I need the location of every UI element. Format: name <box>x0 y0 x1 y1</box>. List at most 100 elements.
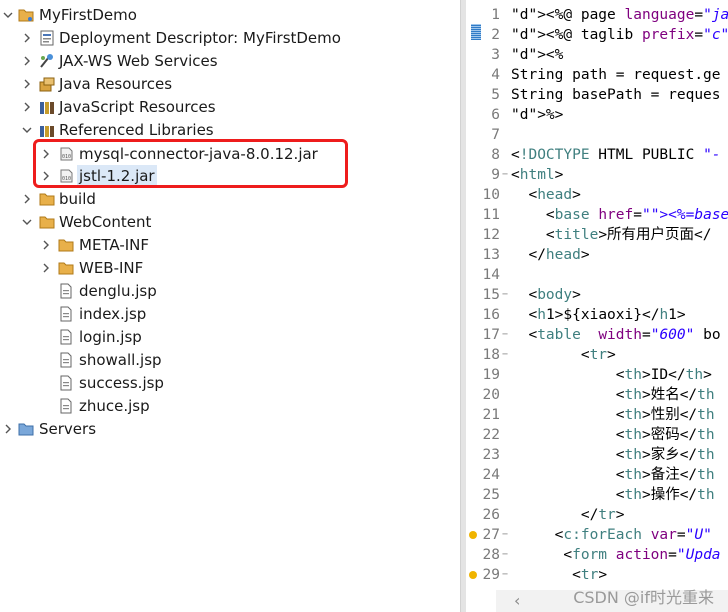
folder-icon <box>58 262 74 275</box>
line-number: 10 <box>482 187 500 203</box>
chevron-right-icon[interactable] <box>22 79 32 89</box>
deployment-descriptor-icon <box>40 30 54 46</box>
code-line[interactable]: <body> <box>511 285 580 305</box>
code-line[interactable]: <base href=""><%=baseP <box>511 205 728 225</box>
warning-icon[interactable] <box>469 531 477 539</box>
code-line[interactable]: <!DOCTYPE HTML PUBLIC "- <box>511 145 721 165</box>
tree-item-label: Deployment Descriptor: MyFirstDemo <box>59 29 341 47</box>
chevron-right-icon[interactable] <box>22 33 32 43</box>
code-line[interactable]: String path = request.ge <box>511 65 721 85</box>
code-line[interactable]: "d"><%@ page language="java" <box>511 5 728 25</box>
line-number: 20 <box>482 387 500 403</box>
line-number: 11 <box>482 207 500 223</box>
tree-item-label: WEB-INF <box>79 259 144 277</box>
tree-item-label: JAX-WS Web Services <box>59 52 218 70</box>
jsp-file-icon <box>60 306 72 322</box>
code-line[interactable]: <th>备注</th <box>511 465 715 485</box>
code-line[interactable]: <th>性别</th <box>511 405 715 425</box>
tree-item-label: denglu.jsp <box>79 282 157 300</box>
folder-icon <box>58 239 74 252</box>
fold-toggle-icon[interactable]: − <box>502 545 510 565</box>
folder-icon <box>39 193 55 206</box>
line-number: 7 <box>491 127 500 143</box>
tree-item-label: zhuce.jsp <box>79 397 150 415</box>
tree-item-label: MyFirstDemo <box>39 6 137 24</box>
project-folder-icon <box>18 9 34 22</box>
tree-item-label: Referenced Libraries <box>59 121 214 139</box>
code-line[interactable]: <tr> <box>511 565 607 585</box>
code-line[interactable]: "d"><%@ taglib prefix="c" ur <box>511 25 728 45</box>
web-services-icon <box>40 54 53 68</box>
line-number: 26 <box>482 507 500 523</box>
tree-item-label: login.jsp <box>79 328 142 346</box>
java-resources-icon <box>39 77 55 92</box>
jsp-file-icon <box>60 283 72 299</box>
code-line[interactable]: <title>所有用户页面</ <box>511 225 712 245</box>
line-number: 2 <box>491 27 500 43</box>
line-number: 25 <box>482 487 500 503</box>
code-line[interactable]: <th>操作</th <box>511 485 715 505</box>
code-line[interactable]: <th>姓名</th <box>511 385 715 405</box>
code-line[interactable]: <form action="Upda <box>511 545 720 565</box>
tree-item-label: Java Resources <box>59 75 173 93</box>
line-number: 9 <box>491 167 500 183</box>
code-editor[interactable]: 1 2 3 4 5 6 7 8 9−10 11 12 13 14 15−16 17−18−19 20 21 22 2… <box>466 0 728 612</box>
chevron-right-icon[interactable] <box>22 102 32 112</box>
fold-toggle-icon[interactable]: − <box>502 565 510 585</box>
line-number: 3 <box>491 47 500 63</box>
project-explorer: MyFirstDemo Deployment Descriptor: MyFir… <box>0 0 460 612</box>
line-number: 1 <box>491 7 500 23</box>
line-number: 24 <box>482 467 500 483</box>
line-number: 4 <box>491 67 500 83</box>
line-number: 17 <box>482 327 500 343</box>
chevron-right-icon[interactable] <box>22 56 32 66</box>
code-line[interactable]: <c:forEach var="U" <box>511 525 712 545</box>
code-line[interactable]: <th>密码</th <box>511 425 715 445</box>
line-number: 8 <box>491 147 500 163</box>
code-line[interactable]: String basePath = reques <box>511 85 721 105</box>
line-number: 18 <box>482 347 500 363</box>
fold-toggle-icon[interactable]: − <box>502 285 510 305</box>
chevron-right-icon[interactable] <box>41 240 51 250</box>
code-line[interactable]: </head> <box>511 245 589 265</box>
line-number: 15 <box>482 287 500 303</box>
chevron-down-icon[interactable] <box>3 10 13 20</box>
line-number: 12 <box>482 227 500 243</box>
fold-toggle-icon[interactable]: − <box>502 525 510 545</box>
line-number: 5 <box>491 87 500 103</box>
code-line[interactable]: <th>ID</th> <box>511 365 712 385</box>
line-number: 19 <box>482 367 500 383</box>
tree-item-label: Servers <box>39 420 97 438</box>
line-number: 21 <box>482 407 500 423</box>
highlight-box <box>33 139 348 188</box>
code-line[interactable]: <html> <box>511 165 563 185</box>
code-line[interactable]: <tr> <box>511 345 616 365</box>
fold-toggle-icon[interactable]: − <box>502 165 510 185</box>
jsp-file-icon <box>60 329 72 345</box>
code-line[interactable]: <th>家乡</th <box>511 445 715 465</box>
code-line[interactable]: <table width="600" bo <box>511 325 720 345</box>
chevron-right-icon[interactable] <box>3 424 13 434</box>
tree-item-label: WebContent <box>59 213 152 231</box>
scroll-left-icon[interactable]: ‹ <box>514 590 520 612</box>
code-line[interactable]: </tr> <box>511 505 625 525</box>
code-line[interactable]: <h1>${xiaoxi}</h1> <box>511 305 685 325</box>
chevron-down-icon[interactable] <box>22 125 32 135</box>
code-line[interactable]: "d"><% <box>511 45 563 65</box>
chevron-down-icon[interactable] <box>22 217 32 227</box>
code-line[interactable]: "d">%> <box>511 105 563 125</box>
chevron-right-icon[interactable] <box>22 194 32 204</box>
fold-toggle-icon[interactable]: − <box>502 345 510 365</box>
code-line[interactable]: <head> <box>511 185 580 205</box>
line-number: 14 <box>482 267 500 283</box>
tree-item-label: success.jsp <box>79 374 164 392</box>
tree-item-label: META-INF <box>79 236 150 254</box>
line-number: 16 <box>482 307 500 323</box>
line-number: 13 <box>482 247 500 263</box>
line-number: 22 <box>482 427 500 443</box>
warning-icon[interactable] <box>469 571 477 579</box>
chevron-right-icon[interactable] <box>41 263 51 273</box>
jsp-file-icon <box>60 398 72 414</box>
fold-toggle-icon[interactable]: − <box>502 325 510 345</box>
line-number: 28 <box>482 547 500 563</box>
